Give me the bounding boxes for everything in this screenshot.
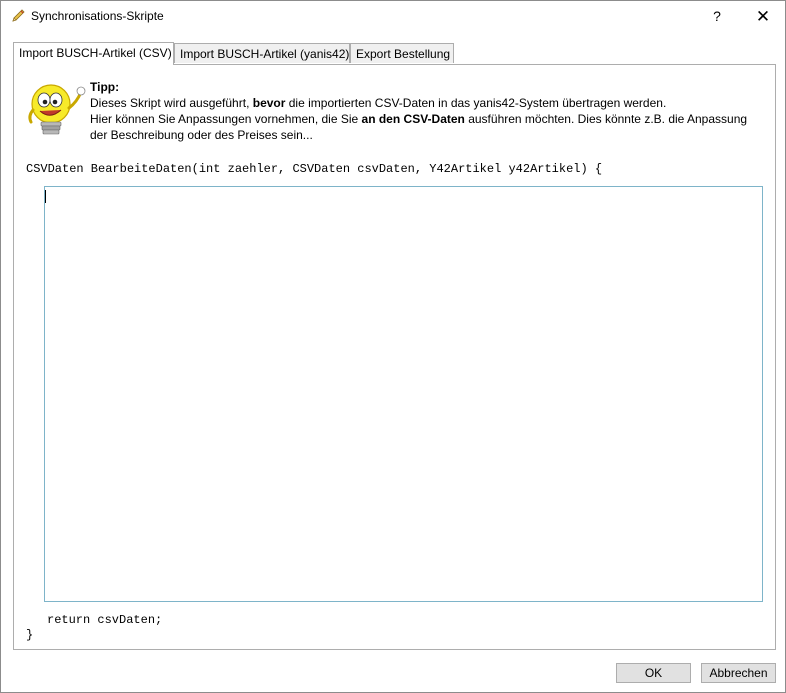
tab-import-busch-csv[interactable]: Import BUSCH-Artikel (CSV) — [13, 42, 174, 65]
tip-title: Tipp: — [90, 80, 120, 94]
tip-line-1-rest: die importierten CSV-Daten in das yanis4… — [285, 96, 667, 110]
dialog-window: Synchronisations-Skripte ? ✕ Import BUSC… — [0, 0, 786, 693]
title-bar: Synchronisations-Skripte ? ✕ — [1, 1, 785, 32]
close-button[interactable]: ✕ — [741, 1, 785, 32]
tip-line-1-bold: bevor — [252, 96, 286, 110]
tip-line-1: Dieses Skript wird ausgeführt, bevor die… — [90, 95, 770, 111]
closing-brace: } — [26, 628, 34, 642]
script-editor[interactable] — [44, 186, 763, 602]
tip-line-1-text: Dieses Skript wird ausgeführt, — [90, 96, 253, 110]
tip-line-2: Hier können Sie Anpassungen vornehmen, d… — [90, 111, 770, 127]
function-signature: CSVDaten BearbeiteDaten(int zaehler, CSV… — [26, 162, 603, 176]
help-button[interactable]: ? — [695, 1, 739, 32]
tab-panel: Tipp: Dieses Skript wird ausgeführt, bev… — [13, 64, 776, 650]
return-statement: return csvDaten; — [47, 613, 163, 627]
tab-export-bestellung[interactable]: Export Bestellung — [350, 43, 454, 63]
tip-line-2-rest: ausführen möchten. Dies könnte z.B. die … — [464, 112, 748, 126]
pencil-icon — [12, 9, 25, 22]
tip-line-2-text: Hier können Sie Anpassungen vornehmen, d… — [90, 112, 362, 126]
lightbulb-mascot-icon — [28, 84, 86, 135]
window-title: Synchronisations-Skripte — [31, 9, 164, 23]
tip-line-3: der Beschreibung oder des Preises sein..… — [90, 128, 313, 142]
cancel-button[interactable]: Abbrechen — [701, 663, 776, 683]
tip-text: Dieses Skript wird ausgeführt, bevor die… — [90, 95, 770, 143]
ok-button[interactable]: OK — [616, 663, 691, 683]
tip-line-2-bold: an den CSV-Daten — [361, 112, 465, 126]
text-caret — [45, 190, 46, 203]
tab-import-busch-yanis42[interactable]: Import BUSCH-Artikel (yanis42) — [174, 43, 350, 63]
